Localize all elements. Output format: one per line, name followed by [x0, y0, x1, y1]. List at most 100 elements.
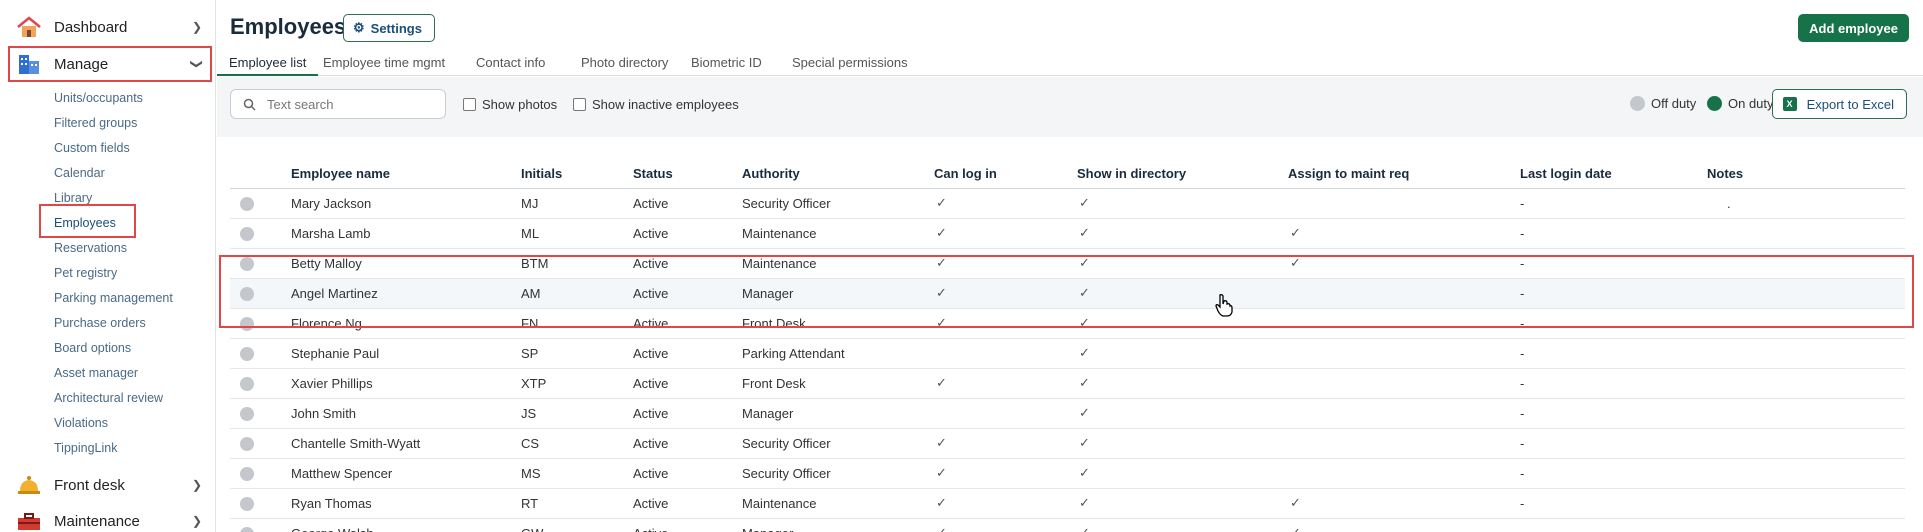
duty-status-dot [240, 377, 254, 391]
show-inactive-checkbox[interactable]: Show inactive employees [573, 97, 739, 112]
export-label: Export to Excel [1806, 96, 1894, 112]
table-row[interactable]: Mary Jackson MJ Active Security Officer ✓ ✓ -. [230, 189, 1905, 219]
duty-status-dot [240, 197, 254, 211]
sidebar-item-asset-manager[interactable]: Asset manager [54, 363, 138, 383]
cell-last-login: - [1520, 526, 1524, 532]
cell-name[interactable]: Chantelle Smith-Wyatt [291, 436, 420, 451]
export-excel-button[interactable]: X Export to Excel [1771, 89, 1907, 119]
cell-initials: BTM [521, 256, 549, 271]
checkmark-icon: ✓ [1290, 255, 1301, 270]
show-photos-checkbox[interactable]: Show photos [463, 97, 557, 112]
nav-maintenance-label: Maintenance [54, 512, 140, 530]
tab-contact-info[interactable]: Contact info [464, 55, 557, 76]
checkmark-icon: ✓ [936, 525, 947, 532]
sidebar-item-pet-registry[interactable]: Pet registry [54, 263, 117, 283]
sidebar-item-custom-fields[interactable]: Custom fields [54, 138, 130, 158]
checkmark-icon: ✓ [1290, 495, 1301, 510]
column-header-assign-to-maint-req[interactable]: Assign to maint req [1288, 166, 1409, 181]
checkmark-icon: ✓ [1079, 255, 1090, 270]
cell-name[interactable]: Betty Malloy [291, 256, 362, 271]
nav-maintenance[interactable]: Maintenance ❯ [10, 505, 210, 532]
cell-name[interactable]: Angel Martinez [291, 286, 378, 301]
tab-biometric-id[interactable]: Biometric ID [679, 55, 774, 76]
cell-authority: Front Desk [742, 376, 806, 391]
nav-manage[interactable]: Manage ❯ [8, 46, 212, 82]
duty-status-dot [240, 287, 254, 301]
sidebar-item-reservations[interactable]: Reservations [54, 238, 127, 258]
cell-name[interactable]: George Walsh [291, 526, 374, 532]
table-row[interactable]: Florence Ng FN Active Front Desk ✓ ✓ - [230, 309, 1905, 339]
settings-button[interactable]: ⚙ Settings [343, 14, 435, 42]
table-row[interactable]: Marsha Lamb ML Active Maintenance ✓ ✓ ✓ - [230, 219, 1905, 249]
tab-special-permissions[interactable]: Special permissions [780, 55, 920, 76]
checkbox-box[interactable] [573, 98, 586, 111]
add-employee-button[interactable]: Add employee [1798, 14, 1909, 42]
settings-label: Settings [370, 20, 422, 36]
cell-name[interactable]: Matthew Spencer [291, 466, 392, 481]
cell-initials: CS [521, 436, 540, 451]
cell-initials: FN [521, 316, 539, 331]
cell-last-login: - [1520, 466, 1525, 481]
column-header-initials[interactable]: Initials [521, 166, 562, 181]
duty-status-dot [240, 317, 254, 331]
column-header-status[interactable]: Status [633, 166, 673, 181]
on-duty-dot [1707, 96, 1722, 111]
sidebar-item-violations[interactable]: Violations [54, 413, 108, 433]
column-header-employee-name[interactable]: Employee name [291, 166, 390, 181]
table-row[interactable]: George Walsh GW Active Manager ✓ ✓ ✓ - [230, 519, 1905, 532]
checkbox-box[interactable] [463, 98, 476, 111]
sidebar-item-purchase-orders[interactable]: Purchase orders [54, 313, 146, 333]
duty-status-dot [240, 497, 254, 511]
cell-status: Active [633, 196, 669, 211]
table-row[interactable]: Chantelle Smith-Wyatt CS Active Security Of… [230, 429, 1905, 459]
table-row[interactable]: Ryan Thomas RT Active Maintenance ✓ ✓ ✓ - [230, 489, 1905, 519]
on-duty-label: On duty [1728, 96, 1774, 111]
cell-name[interactable]: Ryan Thomas [291, 496, 372, 511]
table-row[interactable]: Matthew Spencer MS Active Security Officer ✓… [230, 459, 1905, 489]
cell-name[interactable]: Xavier Phillips [291, 376, 373, 391]
cell-name[interactable]: Mary Jackson [291, 196, 371, 211]
checkmark-icon: ✓ [1079, 315, 1090, 330]
table-row[interactable]: Stephanie Paul SP Active Parking Attendant ✓… [230, 339, 1905, 369]
column-header-notes[interactable]: Notes [1707, 166, 1743, 181]
column-header-authority[interactable]: Authority [742, 166, 800, 181]
bell-icon [18, 476, 40, 494]
checkmark-icon: ✓ [1079, 195, 1090, 210]
search-input[interactable]: Text search [230, 89, 446, 119]
table-row[interactable]: John Smith JS Active Manager ✓ - [230, 399, 1905, 429]
on-duty-legend: On duty [1707, 96, 1774, 111]
nav-dashboard[interactable]: Dashboard ❯ [10, 11, 210, 43]
duty-status-dot [240, 347, 254, 361]
column-header-last-login-date[interactable]: Last login date [1520, 166, 1612, 181]
table-row[interactable]: Betty Malloy BTM Active Maintenance ✓ ✓ ✓ - [230, 249, 1905, 279]
checkmark-icon: ✓ [1290, 225, 1301, 240]
tab-employee-list[interactable]: Employee list [217, 55, 319, 76]
sidebar-item-board-options[interactable]: Board options [54, 338, 131, 358]
cell-name[interactable]: John Smith [291, 406, 356, 421]
cell-authority: Maintenance [742, 226, 817, 241]
checkmark-icon: ✓ [1079, 345, 1090, 360]
cell-name[interactable]: Marsha Lamb [291, 226, 370, 241]
checkmark-icon: ✓ [936, 255, 947, 270]
nav-front-desk[interactable]: Front desk ❯ [10, 469, 210, 501]
table-row[interactable]: Angel Martinez AM Active Manager ✓ ✓ - [230, 279, 1905, 309]
sidebar-item-architectural-review[interactable]: Architectural review [54, 388, 163, 408]
column-header-show-in-directory[interactable]: Show in directory [1077, 166, 1186, 181]
checkmark-icon: ✓ [1079, 435, 1090, 450]
sidebar-item-units-occupants[interactable]: Units/occupants [54, 88, 143, 108]
cell-name[interactable]: Florence Ng [291, 316, 362, 331]
checkmark-icon: ✓ [1079, 285, 1090, 300]
tab-employee-time-mgmt[interactable]: Employee time mgmt [311, 55, 457, 76]
table-row[interactable]: Xavier Phillips XTP Active Front Desk ✓ ✓ - [230, 369, 1905, 399]
column-header-can-log-in[interactable]: Can log in [934, 166, 997, 181]
sidebar-item-calendar[interactable]: Calendar [54, 163, 105, 183]
cell-initials: JS [521, 406, 537, 421]
sidebar-item-parking-management[interactable]: Parking management [54, 288, 173, 308]
checkmark-icon: ✓ [936, 225, 947, 240]
cell-name[interactable]: Stephanie Paul [291, 346, 379, 361]
sidebar-item-filtered-groups[interactable]: Filtered groups [54, 113, 137, 133]
chevron-right-icon: ❯ [191, 514, 202, 528]
checkmark-icon: ✓ [936, 495, 947, 510]
sidebar-item-tippinglink[interactable]: TippingLink [54, 438, 117, 458]
tab-photo-directory[interactable]: Photo directory [569, 55, 680, 76]
